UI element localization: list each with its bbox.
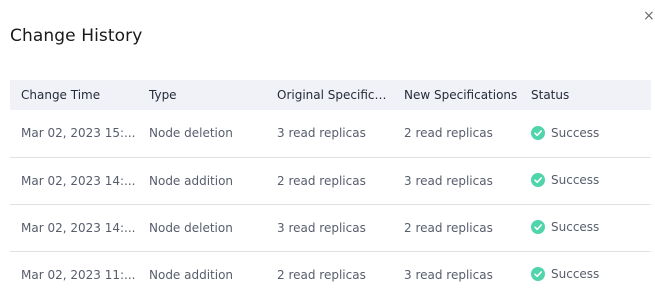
status-label: Success bbox=[551, 173, 600, 187]
status-badge: Success bbox=[531, 267, 599, 281]
table-row: Mar 02, 2023 15:... Node deletion 3 read… bbox=[10, 110, 651, 157]
column-header-original-specifications: Original Specifica... bbox=[277, 88, 393, 102]
status-badge: Success bbox=[531, 173, 599, 187]
column-header-status: Status bbox=[531, 88, 570, 102]
cell-type: Node addition bbox=[149, 267, 234, 282]
status-label: Success bbox=[551, 125, 600, 140]
success-check-icon bbox=[531, 125, 545, 140]
cell-status: Success bbox=[520, 251, 651, 292]
success-check-icon bbox=[531, 267, 545, 281]
close-button[interactable]: × bbox=[643, 8, 655, 24]
cell-new-specifications: 3 read replicas bbox=[404, 173, 493, 188]
dialog-title: Change History bbox=[10, 26, 143, 46]
column-header-new-specifications: New Specifications bbox=[404, 88, 518, 102]
cell-status: Success bbox=[520, 157, 651, 204]
cell-original-specifications: 3 read replicas bbox=[277, 220, 366, 235]
status-badge: Success bbox=[531, 220, 599, 234]
success-check-icon bbox=[531, 173, 545, 187]
table-body: Mar 02, 2023 15:... Node deletion 3 read… bbox=[10, 110, 651, 292]
column-header-type: Type bbox=[149, 88, 177, 102]
cell-status: Success bbox=[520, 110, 651, 157]
cell-type: Node addition bbox=[149, 173, 234, 188]
cell-change-time: Mar 02, 2023 14:... bbox=[21, 220, 136, 235]
table-row: Mar 02, 2023 14:... Node addition 2 read… bbox=[10, 157, 651, 204]
status-label: Success bbox=[551, 220, 600, 234]
success-check-icon bbox=[531, 220, 545, 234]
cell-change-time: Mar 02, 2023 11:... bbox=[21, 267, 136, 282]
cell-type: Node deletion bbox=[149, 220, 233, 235]
status-badge: Success bbox=[531, 125, 600, 140]
table-header-row: Change Time Type Original Specifica... N… bbox=[10, 80, 651, 110]
cell-original-specifications: 2 read replicas bbox=[277, 173, 366, 188]
change-history-table: Change Time Type Original Specifica... N… bbox=[10, 80, 651, 292]
cell-status: Success bbox=[520, 204, 651, 251]
cell-new-specifications: 3 read replicas bbox=[404, 267, 493, 282]
table-row: Mar 02, 2023 11:... Node addition 2 read… bbox=[10, 251, 651, 292]
cell-original-specifications: 2 read replicas bbox=[277, 267, 366, 282]
cell-change-time: Mar 02, 2023 14:... bbox=[21, 173, 136, 188]
cell-type: Node deletion bbox=[149, 126, 233, 141]
status-label: Success bbox=[551, 267, 600, 281]
cell-change-time: Mar 02, 2023 15:... bbox=[21, 126, 136, 141]
change-history-dialog: × Change History Change Time Type Origin… bbox=[0, 0, 655, 292]
cell-original-specifications: 3 read replicas bbox=[277, 126, 366, 141]
cell-new-specifications: 2 read replicas bbox=[404, 220, 493, 235]
cell-new-specifications: 2 read replicas bbox=[404, 126, 493, 141]
table-row: Mar 02, 2023 14:... Node deletion 3 read… bbox=[10, 204, 651, 251]
table-header: Change Time Type Original Specifica... N… bbox=[10, 80, 651, 110]
column-header-change-time: Change Time bbox=[21, 88, 101, 102]
